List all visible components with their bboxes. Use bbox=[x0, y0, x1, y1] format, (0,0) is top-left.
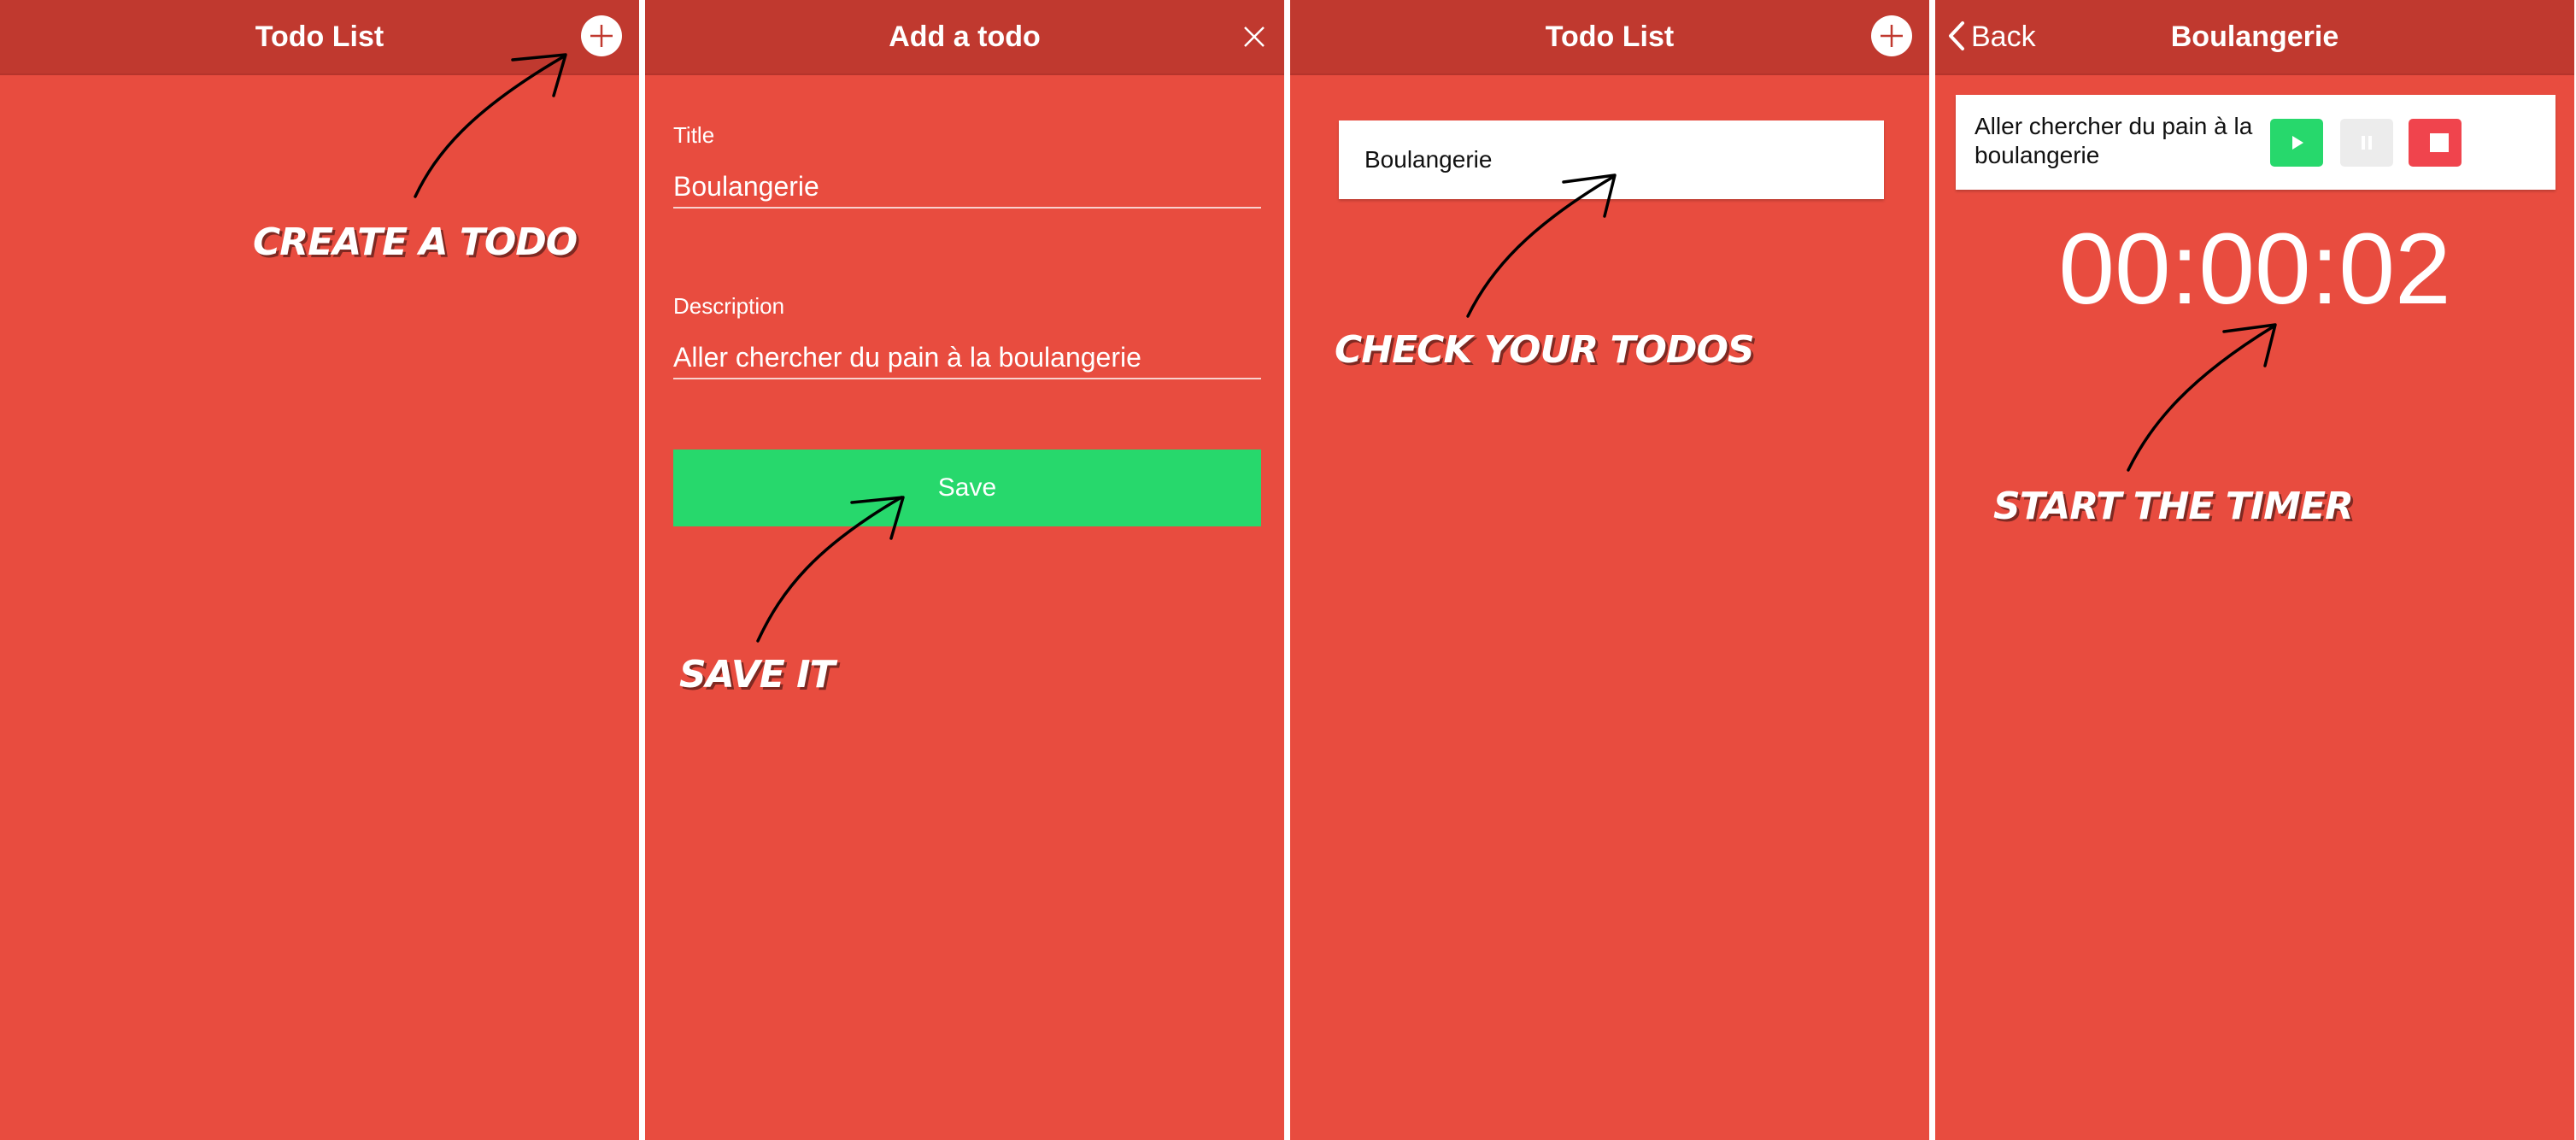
pause-button[interactable] bbox=[2340, 119, 2393, 167]
annotation-check-todos: CHECK YOUR TODOS bbox=[1335, 328, 1755, 372]
hand-drawn-arrow-icon bbox=[1466, 173, 1617, 318]
navbar: Add a todo bbox=[645, 0, 1284, 75]
play-icon bbox=[2292, 136, 2303, 150]
nav-title: Todo List bbox=[1545, 21, 1675, 53]
annotation-start-timer: START THE TIMER bbox=[1993, 485, 2354, 528]
annotation-create-todo: CREATE A TODO bbox=[253, 220, 578, 264]
title-label: Title bbox=[673, 122, 715, 148]
screen-add-todo: Add a todo Title Description Save SAVE I… bbox=[645, 0, 1284, 1140]
stop-button[interactable] bbox=[2409, 119, 2462, 167]
description-label: Description bbox=[673, 293, 785, 319]
nav-title: Add a todo bbox=[889, 21, 1041, 53]
close-icon bbox=[1244, 26, 1265, 47]
close-button[interactable] bbox=[1236, 19, 1272, 55]
play-button[interactable] bbox=[2270, 119, 2323, 167]
todo-detail-card: Aller chercher du pain à la boulangerie bbox=[1956, 95, 2555, 190]
pause-icon bbox=[2362, 136, 2372, 150]
navbar: Todo List bbox=[1290, 0, 1929, 75]
hand-drawn-arrow-icon bbox=[756, 496, 905, 643]
screen-todo-list-empty: Todo List CREATE A TODO bbox=[0, 0, 639, 1140]
hand-drawn-arrow-icon bbox=[2127, 323, 2277, 472]
add-todo-button[interactable] bbox=[1871, 15, 1912, 56]
stop-icon bbox=[2430, 133, 2449, 152]
annotation-save-it: SAVE IT bbox=[679, 653, 836, 696]
plus-circle-icon bbox=[1881, 25, 1903, 47]
timer-display: 00:00:02 bbox=[2058, 213, 2451, 326]
screen-todo-list: Todo List Boulangerie CHECK YOUR TODOS bbox=[1290, 0, 1929, 1140]
description-field[interactable] bbox=[673, 337, 1261, 379]
todo-description: Aller chercher du pain à la boulangerie bbox=[1975, 113, 2253, 168]
title-field[interactable] bbox=[673, 166, 1261, 209]
screen-todo-detail: Back Boulangerie Aller chercher du pain … bbox=[1935, 0, 2574, 1140]
hand-drawn-arrow-icon bbox=[414, 53, 567, 198]
navbar: Back Boulangerie bbox=[1935, 0, 2574, 75]
nav-title: Boulangerie bbox=[2170, 21, 2339, 53]
